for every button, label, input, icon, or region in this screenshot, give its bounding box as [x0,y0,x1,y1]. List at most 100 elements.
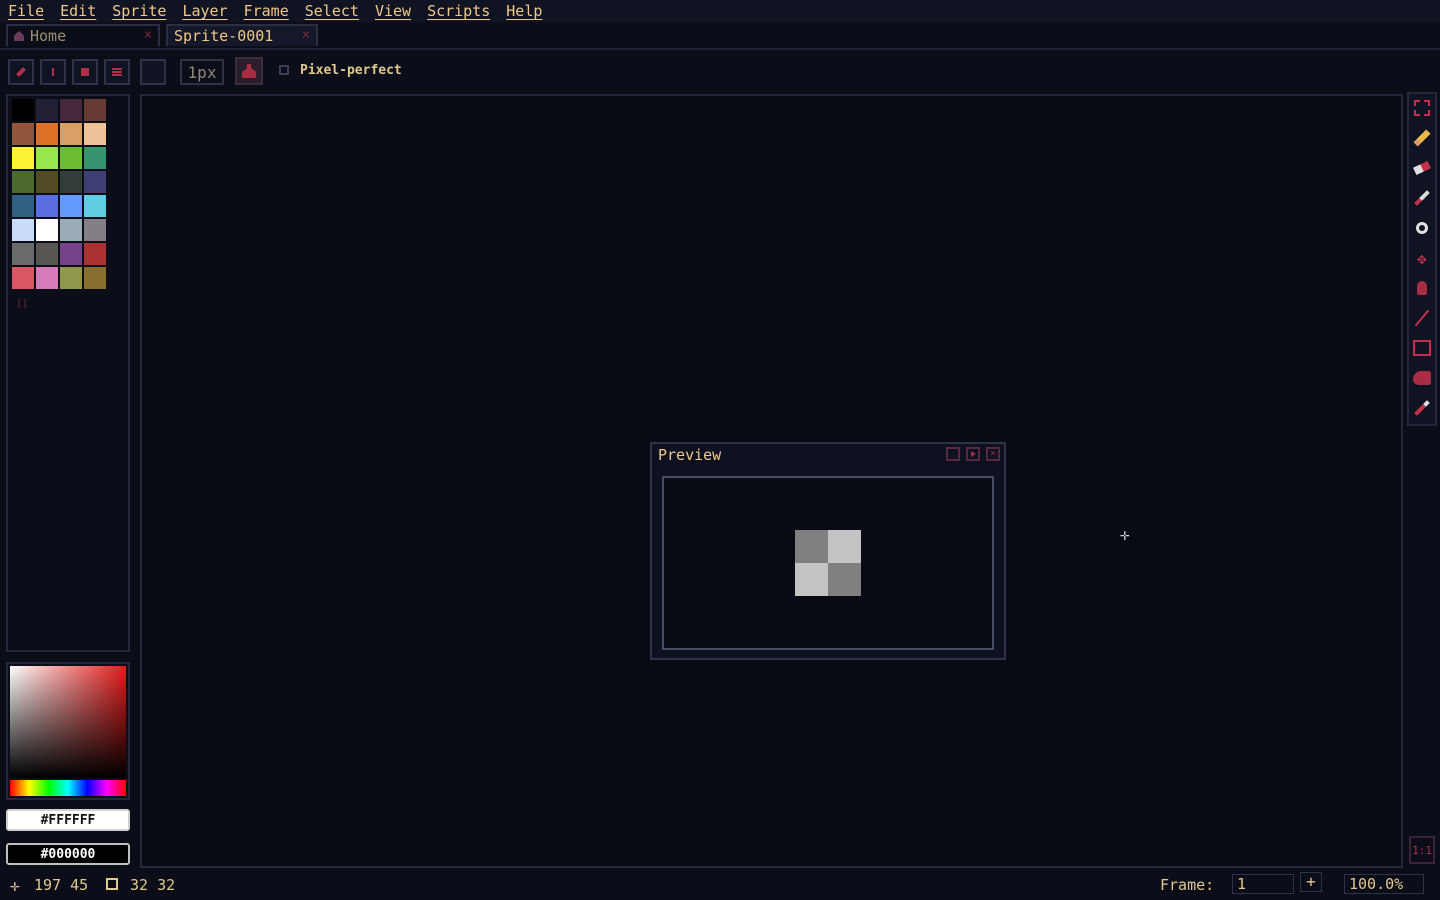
actual-size-button[interactable]: 1:1 [1409,836,1435,864]
menu-help[interactable]: Help [506,2,542,20]
preview-checker-cell [828,530,861,563]
palette-swatch[interactable] [60,195,82,217]
cursor-position: 197 45 [34,876,89,894]
palette-swatch[interactable] [60,219,82,241]
palette-swatch[interactable] [84,243,106,265]
menu-select[interactable]: Select [305,2,359,20]
menu-frame[interactable]: Frame [244,2,289,20]
curve-tool[interactable] [1409,365,1435,391]
saturation-value-field[interactable] [10,666,126,778]
palette-swatch[interactable] [84,123,106,145]
tab-sprite[interactable]: Sprite-0001 × [166,24,318,46]
pencil-mode-button[interactable] [8,59,34,85]
palette-swatch[interactable] [60,267,82,289]
preview-close-button[interactable]: × [986,447,1000,461]
menu-icon [112,68,122,76]
foreground-color-hex: #FFFFFF [40,812,96,828]
menu-view[interactable]: View [375,2,411,20]
pixel-perfect-checkbox[interactable] [279,65,289,75]
marquee-icon [1414,100,1430,116]
foreground-color-value: FFFFFF [48,812,96,828]
menu-layer[interactable]: Layer [182,2,227,20]
frame-value: 1 [1237,875,1247,893]
eyedropper-tool[interactable] [1409,185,1435,211]
marquee-tool[interactable] [1409,95,1435,121]
menu-edit[interactable]: Edit [60,2,96,20]
brush-shape-button[interactable] [140,59,166,85]
status-bar: ✛ 197 45 32 32 Frame: + [0,872,1440,900]
move-tool[interactable]: ✥ [1409,245,1435,271]
close-icon[interactable]: × [144,27,152,43]
line-tool[interactable] [1409,305,1435,331]
brush-options-button[interactable] [104,59,130,85]
tab-sprite-label: Sprite-0001 [174,27,274,45]
palette-swatch[interactable] [60,99,82,121]
blur-tool[interactable] [1409,395,1435,421]
palette-swatch[interactable] [84,99,106,121]
preview-center-button[interactable] [946,447,960,461]
palette-resize-handle[interactable]: || [16,298,28,309]
zoom-value: 100.0% [1349,875,1404,893]
pixel-perfect-label[interactable]: Pixel-perfect [300,63,402,78]
menu-sprite[interactable]: Sprite [112,2,166,20]
play-icon [971,451,976,457]
position-icon: ✛ [10,876,20,895]
palette-swatch[interactable] [60,123,82,145]
ink-down-button[interactable] [40,59,66,85]
pencil-tool[interactable] [1409,125,1435,151]
square-brush-button[interactable] [72,59,98,85]
bottle-icon [242,64,256,78]
palette-swatch[interactable] [12,267,34,289]
rectangle-tool[interactable] [1409,335,1435,361]
square-icon [81,68,89,76]
palette-swatch[interactable] [36,171,58,193]
palette-swatch[interactable] [12,123,34,145]
preview-title: Preview [658,446,722,464]
palette-swatch[interactable] [84,267,106,289]
palette-swatch[interactable] [60,171,82,193]
tab-home[interactable]: Home × [6,24,160,46]
menu-scripts[interactable]: Scripts [427,2,490,20]
ink-button[interactable] [235,57,263,85]
palette-swatch[interactable] [12,219,34,241]
palette-swatch[interactable] [12,171,34,193]
palette-swatch[interactable] [60,147,82,169]
zoom-input[interactable]: 100.0% [1344,874,1424,894]
palette-swatch[interactable] [36,123,58,145]
palette-swatch[interactable] [36,219,58,241]
add-frame-button[interactable]: + [1300,872,1322,892]
eraser-tool[interactable] [1409,155,1435,181]
palette-swatch[interactable] [60,243,82,265]
palette-swatch[interactable] [12,99,34,121]
palette-swatch[interactable] [36,195,58,217]
close-icon[interactable]: × [302,27,310,43]
palette-swatch[interactable] [84,219,106,241]
palette-swatch[interactable] [84,147,106,169]
zoom-tool[interactable] [1409,215,1435,241]
paint-bucket-tool[interactable] [1409,275,1435,301]
crosshair-cursor-icon: ✛ [1120,525,1130,544]
palette-swatch[interactable] [36,99,58,121]
brush-size-field[interactable]: 1px [180,59,224,85]
palette-swatch[interactable] [84,171,106,193]
zoom-icon [1416,222,1428,234]
palette-swatch[interactable] [84,195,106,217]
palette-swatch[interactable] [36,147,58,169]
sprite-size-icon [106,878,118,890]
palette-swatch[interactable] [12,195,34,217]
foreground-color-button[interactable]: #FFFFFF [6,809,130,831]
palette-swatch[interactable] [12,243,34,265]
eraser-icon [1413,160,1431,176]
preview-play-button[interactable] [966,447,980,461]
frame-input[interactable]: 1 [1232,874,1294,894]
background-color-button[interactable]: #000000 [6,843,130,865]
hue-slider[interactable] [10,780,126,796]
eyedropper-icon [1414,190,1430,206]
palette-swatch[interactable] [36,243,58,265]
background-color-value: 000000 [48,846,96,862]
palette-swatch[interactable] [12,147,34,169]
move-icon: ✥ [1417,248,1427,268]
sprite-size: 32 32 [130,876,176,894]
palette-swatch[interactable] [36,267,58,289]
menu-file[interactable]: File [8,2,44,20]
